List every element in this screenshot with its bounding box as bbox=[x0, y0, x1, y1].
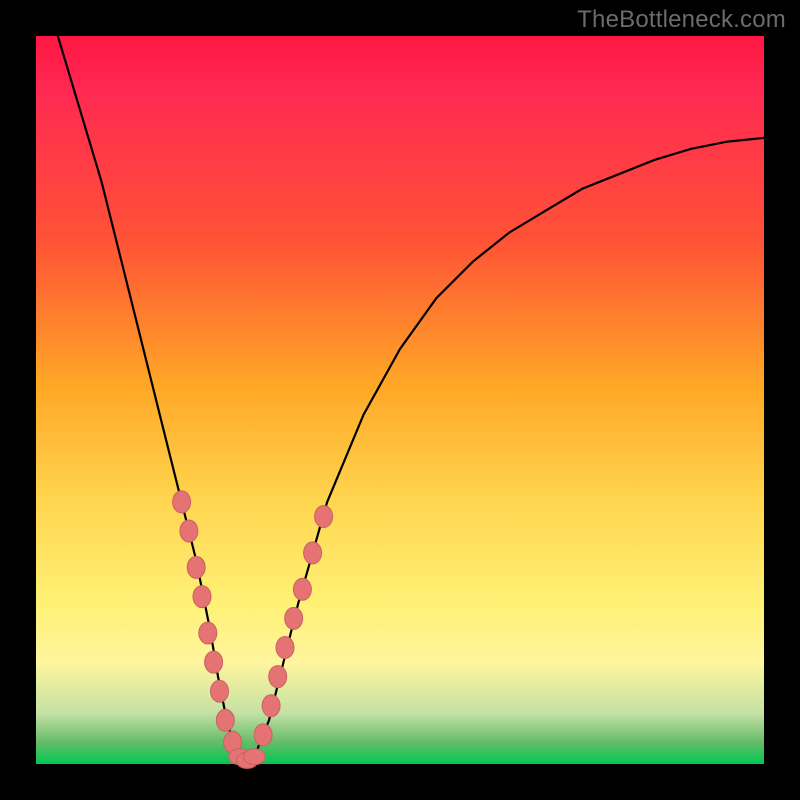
marker-dot bbox=[285, 607, 303, 629]
marker-dot bbox=[315, 506, 333, 528]
marker-cluster-right bbox=[254, 506, 333, 746]
marker-dot bbox=[269, 666, 287, 688]
marker-dot bbox=[262, 695, 280, 717]
marker-dot bbox=[254, 724, 272, 746]
marker-dot bbox=[304, 542, 322, 564]
marker-dot bbox=[180, 520, 198, 542]
chart-root: TheBottleneck.com bbox=[0, 0, 800, 800]
curve-layer bbox=[36, 36, 764, 764]
marker-dot bbox=[205, 651, 223, 673]
marker-dot bbox=[187, 556, 205, 578]
marker-dot bbox=[173, 491, 191, 513]
marker-cluster-bottom bbox=[229, 749, 266, 769]
marker-dot bbox=[199, 622, 217, 644]
marker-dot bbox=[276, 637, 294, 659]
marker-cluster-left bbox=[173, 491, 242, 753]
bottleneck-curve bbox=[58, 36, 764, 764]
marker-dot bbox=[216, 709, 234, 731]
plot-area bbox=[36, 36, 764, 764]
marker-dot bbox=[293, 578, 311, 600]
watermark-label: TheBottleneck.com bbox=[577, 6, 786, 34]
marker-dot bbox=[211, 680, 229, 702]
marker-dot bbox=[243, 749, 265, 765]
marker-dot bbox=[193, 586, 211, 608]
